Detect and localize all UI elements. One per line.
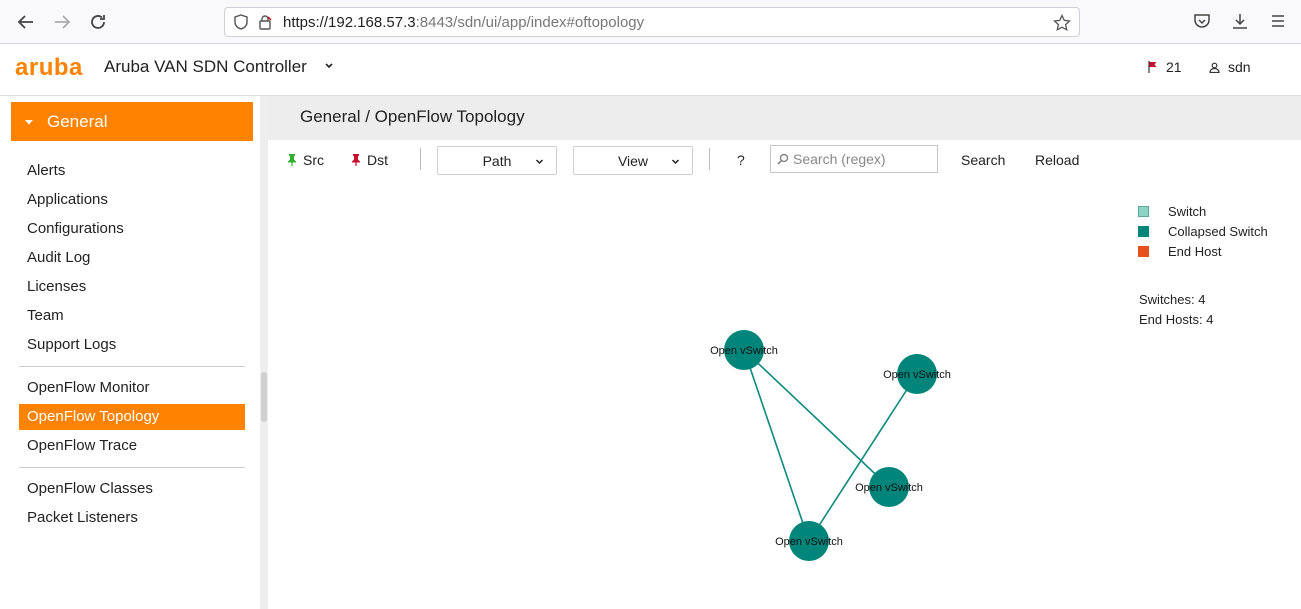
- chevron-down-icon: [671, 159, 680, 165]
- search-input[interactable]: [793, 151, 933, 167]
- sidebar-item-openflow-classes[interactable]: OpenFlow Classes: [27, 476, 153, 502]
- sidebar-item-configurations[interactable]: Configurations: [27, 216, 124, 242]
- sidebar-scrollbar-thumb[interactable]: [261, 372, 267, 422]
- switch-node[interactable]: Open vSwitch: [883, 354, 951, 394]
- flag-icon: [1148, 61, 1157, 73]
- lock-icon[interactable]: [257, 14, 273, 30]
- swatch-end-host: [1138, 245, 1149, 257]
- swatch-switch: [1138, 205, 1149, 217]
- alert-count: 21: [1166, 59, 1182, 75]
- app-title[interactable]: Aruba VAN SDN Controller: [104, 57, 307, 77]
- back-button[interactable]: [12, 8, 40, 36]
- search-icon: [777, 153, 789, 165]
- url-text: https://192.168.57.3:8443/sdn/ui/app/ind…: [283, 13, 645, 31]
- dst-button[interactable]: Dst: [351, 150, 388, 170]
- forward-button[interactable]: [48, 8, 76, 36]
- reload-button[interactable]: Reload: [1035, 150, 1079, 170]
- node-label: Open vSwitch: [883, 369, 951, 381]
- sidebar-item-alerts[interactable]: Alerts: [27, 158, 65, 184]
- chevron-down-icon: [535, 159, 544, 165]
- src-button[interactable]: Src: [287, 150, 324, 170]
- sidebar-item-openflow-topology[interactable]: OpenFlow Topology: [19, 404, 245, 430]
- node-label: Open vSwitch: [775, 536, 843, 548]
- switch-node[interactable]: Open vSwitch: [710, 330, 778, 370]
- sidebar-scrollbar[interactable]: [260, 96, 268, 609]
- topology-link: [808, 373, 918, 542]
- browser-toolbar: https://192.168.57.3:8443/sdn/ui/app/ind…: [0, 0, 1301, 44]
- sidebar: General Alerts Applications Configuratio…: [0, 96, 262, 609]
- pin-icon: [288, 154, 296, 166]
- page-title: General / OpenFlow Topology: [300, 107, 525, 126]
- legend-item-switch: Switch: [1138, 201, 1268, 221]
- aruba-logo: aruba: [15, 54, 83, 81]
- sidebar-item-openflow-monitor[interactable]: OpenFlow Monitor: [27, 375, 150, 401]
- pocket-icon[interactable]: [1193, 12, 1211, 30]
- topology-link: [743, 349, 890, 488]
- legend-item-end-host: End Host: [1138, 241, 1268, 261]
- refresh-icon: [91, 15, 105, 29]
- download-icon[interactable]: [1231, 12, 1249, 30]
- user-icon: [1209, 62, 1220, 73]
- switch-node[interactable]: Open vSwitch: [775, 521, 843, 561]
- pin-icon: [352, 154, 360, 166]
- switch-node[interactable]: Open vSwitch: [855, 467, 923, 507]
- switch-count: Switches: 4: [1139, 292, 1206, 307]
- caret-down-icon: [25, 119, 33, 124]
- arrow-left-icon: [17, 15, 33, 29]
- bookmark-star-icon[interactable]: [1053, 14, 1071, 32]
- topology-legend: Switch Collapsed Switch End Host: [1138, 201, 1268, 261]
- sidebar-item-team[interactable]: Team: [27, 303, 64, 329]
- topology-toolbar: Src Dst Path View ? Search Reload: [268, 140, 1301, 188]
- swatch-collapsed-switch: [1138, 225, 1149, 237]
- search-button[interactable]: Search: [961, 150, 1005, 170]
- user-menu[interactable]: sdn: [1209, 59, 1251, 75]
- topology-stats: Switches: 4 End Hosts: 4: [1139, 290, 1213, 330]
- sidebar-item-openflow-trace[interactable]: OpenFlow Trace: [27, 433, 137, 459]
- help-button[interactable]: ?: [737, 150, 745, 170]
- reload-page-button[interactable]: [84, 8, 112, 36]
- main-content: General / OpenFlow Topology Src Dst Path…: [268, 96, 1301, 609]
- path-dropdown[interactable]: Path: [437, 146, 557, 175]
- sidebar-item-audit-log[interactable]: Audit Log: [27, 245, 90, 271]
- legend-item-collapsed-switch: Collapsed Switch: [1138, 221, 1268, 241]
- toolbar-separator: [420, 148, 421, 170]
- topology-link: [743, 349, 810, 542]
- view-dropdown[interactable]: View: [573, 146, 693, 175]
- alerts-indicator[interactable]: 21: [1148, 59, 1182, 75]
- sidebar-item-licenses[interactable]: Licenses: [27, 274, 86, 300]
- hamburger-menu-icon[interactable]: [1269, 12, 1287, 30]
- end-host-count: End Hosts: 4: [1139, 312, 1214, 327]
- user-name: sdn: [1228, 59, 1251, 75]
- sidebar-item-applications[interactable]: Applications: [27, 187, 108, 213]
- sidebar-item-support-logs[interactable]: Support Logs: [27, 332, 116, 358]
- app-header: aruba Aruba VAN SDN Controller 21 sdn: [0, 44, 1301, 96]
- sidebar-divider: [19, 366, 245, 367]
- node-label: Open vSwitch: [855, 482, 923, 494]
- sidebar-divider: [19, 467, 245, 468]
- search-field[interactable]: [770, 145, 938, 173]
- arrow-right-icon: [55, 15, 71, 29]
- url-bar[interactable]: https://192.168.57.3:8443/sdn/ui/app/ind…: [224, 7, 1080, 37]
- sidebar-section-general[interactable]: General: [11, 102, 253, 141]
- shield-icon: [233, 14, 249, 30]
- node-label: Open vSwitch: [710, 345, 778, 357]
- toolbar-separator: [709, 148, 710, 170]
- sidebar-item-packet-listeners[interactable]: Packet Listeners: [27, 505, 138, 531]
- page-header: General / OpenFlow Topology: [268, 96, 1301, 140]
- chevron-down-icon[interactable]: [324, 61, 334, 71]
